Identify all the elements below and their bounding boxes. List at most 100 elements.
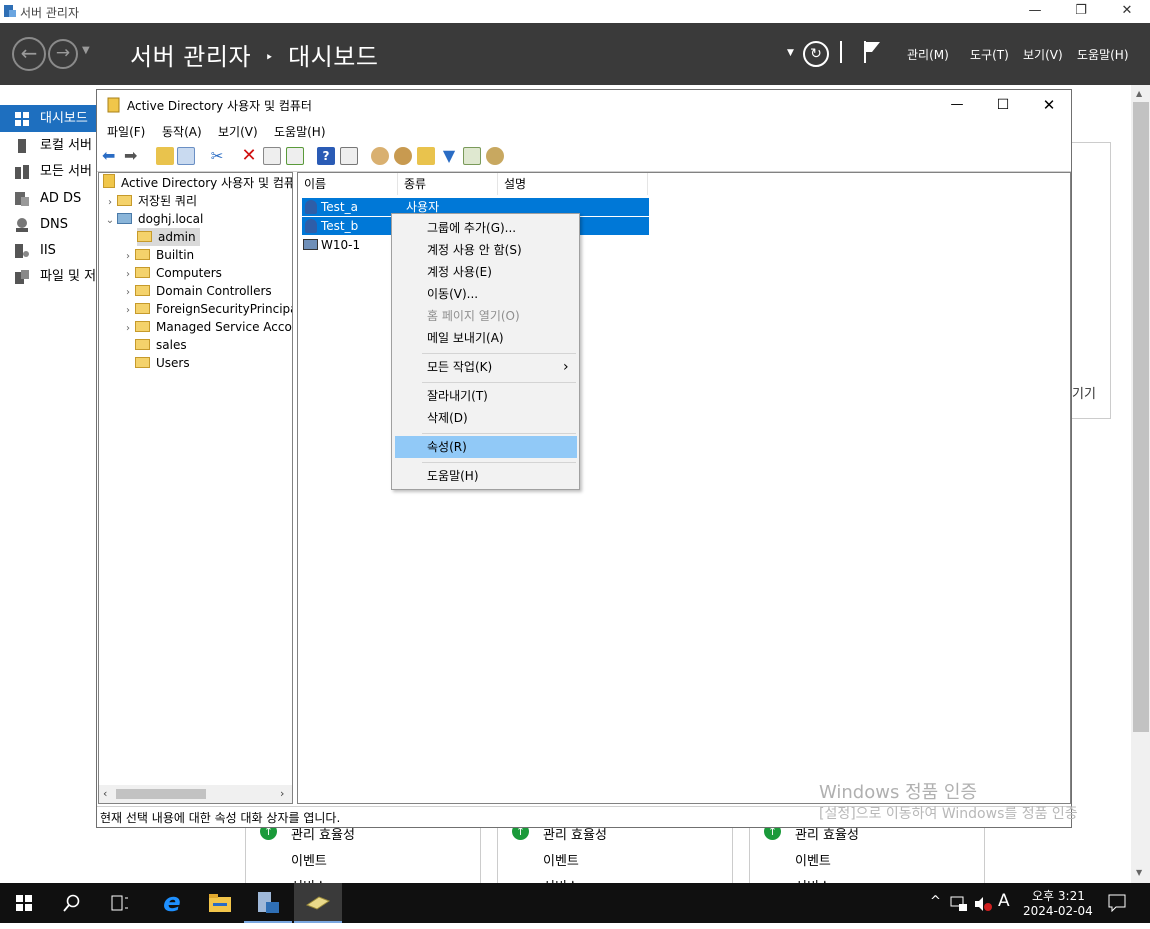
show-tree-icon[interactable]	[177, 147, 195, 165]
forward-icon[interactable]: ➡	[124, 147, 142, 165]
menu-help[interactable]: 도움말(H)	[274, 123, 326, 140]
menu-item-enable-account[interactable]: 계정 사용(E)	[395, 261, 577, 283]
menu-manage[interactable]: 관리(M)	[907, 46, 949, 63]
menu-item-disable-account[interactable]: 계정 사용 안 함(S)	[395, 239, 577, 261]
network-icon[interactable]	[950, 896, 968, 912]
find-icon[interactable]	[463, 147, 481, 165]
new-group-icon[interactable]	[394, 147, 412, 165]
tree-builtin[interactable]: › Builtin	[121, 246, 194, 264]
file-explorer-button[interactable]	[196, 883, 244, 923]
search-button[interactable]	[48, 883, 96, 923]
notification-center-icon[interactable]	[1108, 894, 1126, 912]
forward-arrow-icon[interactable]: →	[48, 39, 78, 69]
scrollbar-thumb[interactable]	[116, 789, 206, 799]
tree-saved-queries[interactable]: › 저장된 쿼리	[103, 192, 197, 210]
notifications-flag-icon[interactable]	[862, 39, 882, 65]
tree-hscrollbar[interactable]: ‹ ›	[99, 785, 292, 803]
menu-item-help[interactable]: 도움말(H)	[395, 465, 577, 487]
volume-muted-icon[interactable]	[974, 896, 992, 912]
export-list-icon[interactable]	[286, 147, 304, 165]
breadcrumb: 서버 관리자 ‣ 대시보드	[130, 37, 378, 72]
tree-computers[interactable]: › Computers	[121, 264, 222, 282]
column-header-type[interactable]: 종류	[398, 173, 498, 195]
sidebar-item-label: AD DS	[40, 191, 82, 206]
scroll-down-icon[interactable]: ▼	[1136, 868, 1142, 877]
close-button[interactable]: ✕	[1104, 0, 1150, 23]
tree-root[interactable]: Active Directory 사용자 및 컴퓨터	[103, 174, 292, 192]
up-folder-icon[interactable]	[156, 147, 174, 165]
column-header-description[interactable]: 설명	[498, 173, 648, 195]
refresh-icon[interactable]: ↻	[803, 41, 829, 67]
tree-domain[interactable]: ⌄ doghj.local	[103, 210, 204, 230]
menu-file[interactable]: 파일(F)	[107, 123, 145, 140]
tree-ou-sales[interactable]: sales	[135, 336, 187, 354]
cut-icon[interactable]: ✂	[208, 147, 226, 165]
welcome-tile-text[interactable]: 기기	[1072, 383, 1096, 402]
scrollbar-thumb[interactable]	[1133, 102, 1149, 732]
sidebar-item-iis[interactable]: IIS	[0, 237, 98, 264]
column-header-name[interactable]: 이름	[298, 173, 398, 195]
action-pane-icon[interactable]	[340, 147, 358, 165]
aduc-close-button[interactable]: ✕	[1034, 92, 1064, 118]
properties-icon[interactable]	[263, 147, 281, 165]
internet-explorer-icon[interactable]: e	[148, 883, 196, 923]
tree-ou-admin[interactable]: admin	[137, 228, 200, 246]
main-scrollbar[interactable]: ▲ ▼	[1131, 85, 1150, 883]
aduc-maximize-button[interactable]: ☐	[988, 92, 1018, 118]
menu-item-add-to-group[interactable]: 그룹에 추가(G)...	[395, 217, 577, 239]
menu-item-properties[interactable]: 속성(R)	[395, 436, 577, 458]
tree-managed-service-accounts[interactable]: ›Managed Service Accounts	[121, 318, 292, 338]
tile-events[interactable]: 이벤트	[543, 850, 579, 869]
domain-icon	[117, 213, 132, 224]
task-view-button[interactable]	[96, 883, 144, 923]
refresh-dropdown-icon[interactable]: ▼	[787, 48, 794, 58]
ime-indicator[interactable]: A	[998, 891, 1010, 911]
help-icon[interactable]: ?	[317, 147, 335, 165]
sidebar-item-ad-ds[interactable]: AD DS	[0, 185, 98, 212]
back-icon[interactable]: ⬅	[102, 147, 120, 165]
sidebar-item-all-servers[interactable]: 모든 서버	[0, 158, 98, 185]
table-row[interactable]: W10-1	[302, 236, 392, 254]
server-manager-taskbar-button[interactable]	[244, 883, 292, 923]
menu-action[interactable]: 동작(A)	[162, 123, 202, 140]
clock-time[interactable]: 오후 3:21	[1032, 887, 1085, 904]
menu-item-cut[interactable]: 잘라내기(T)	[395, 385, 577, 407]
aduc-minimize-button[interactable]: —	[942, 92, 972, 118]
history-dropdown-icon[interactable]: ▼	[82, 45, 90, 56]
sidebar-item-dns[interactable]: DNS	[0, 211, 98, 238]
menu-help[interactable]: 도움말(H)	[1077, 46, 1129, 63]
scroll-up-icon[interactable]: ▲	[1136, 89, 1142, 98]
collapse-chevron-icon[interactable]: ⌄	[103, 212, 117, 230]
menu-item-delete[interactable]: 삭제(D)	[395, 407, 577, 429]
aduc-taskbar-button[interactable]	[294, 883, 342, 923]
tree-users[interactable]: Users	[135, 354, 190, 372]
sidebar-item-local-server[interactable]: 로컬 서버	[0, 132, 98, 159]
tile-events[interactable]: 이벤트	[291, 850, 327, 869]
expand-chevron-icon[interactable]: ›	[121, 320, 135, 338]
menu-item-move[interactable]: 이동(V)...	[395, 283, 577, 305]
new-user-icon[interactable]	[371, 147, 389, 165]
menu-view[interactable]: 보기(V)	[218, 123, 258, 140]
menu-tools[interactable]: 도구(T)	[970, 46, 1009, 63]
start-button[interactable]	[0, 883, 48, 923]
scroll-left-icon[interactable]: ‹	[103, 787, 107, 800]
menu-item-all-tasks[interactable]: 모든 작업(K) ›	[395, 356, 577, 378]
minimize-button[interactable]: —	[1012, 0, 1058, 23]
scroll-right-icon[interactable]: ›	[280, 787, 284, 800]
filter-icon[interactable]: ▼	[440, 147, 458, 165]
sidebar-item-file-storage[interactable]: 파일 및 저장소	[0, 263, 98, 290]
menu-item-send-mail[interactable]: 메일 보내기(A)	[395, 327, 577, 349]
new-ou-icon[interactable]	[417, 147, 435, 165]
sidebar-item-dashboard[interactable]: 대시보드	[0, 105, 98, 132]
tile-events[interactable]: 이벤트	[795, 850, 831, 869]
restore-button[interactable]: ❐	[1058, 0, 1104, 23]
delete-icon[interactable]: ✕	[240, 147, 258, 165]
menu-view[interactable]: 보기(V)	[1023, 46, 1063, 63]
tree-foreign-security-principals[interactable]: › ForeignSecurityPrincipals	[121, 300, 292, 318]
show-hidden-icons-icon[interactable]: ^	[930, 894, 941, 909]
aduc-root-icon	[103, 174, 115, 188]
clock-date[interactable]: 2024-02-04	[1023, 904, 1093, 918]
add-to-group-icon[interactable]	[486, 147, 504, 165]
back-arrow-icon[interactable]: ←	[12, 37, 46, 71]
tree-domain-controllers[interactable]: › Domain Controllers	[121, 282, 272, 300]
